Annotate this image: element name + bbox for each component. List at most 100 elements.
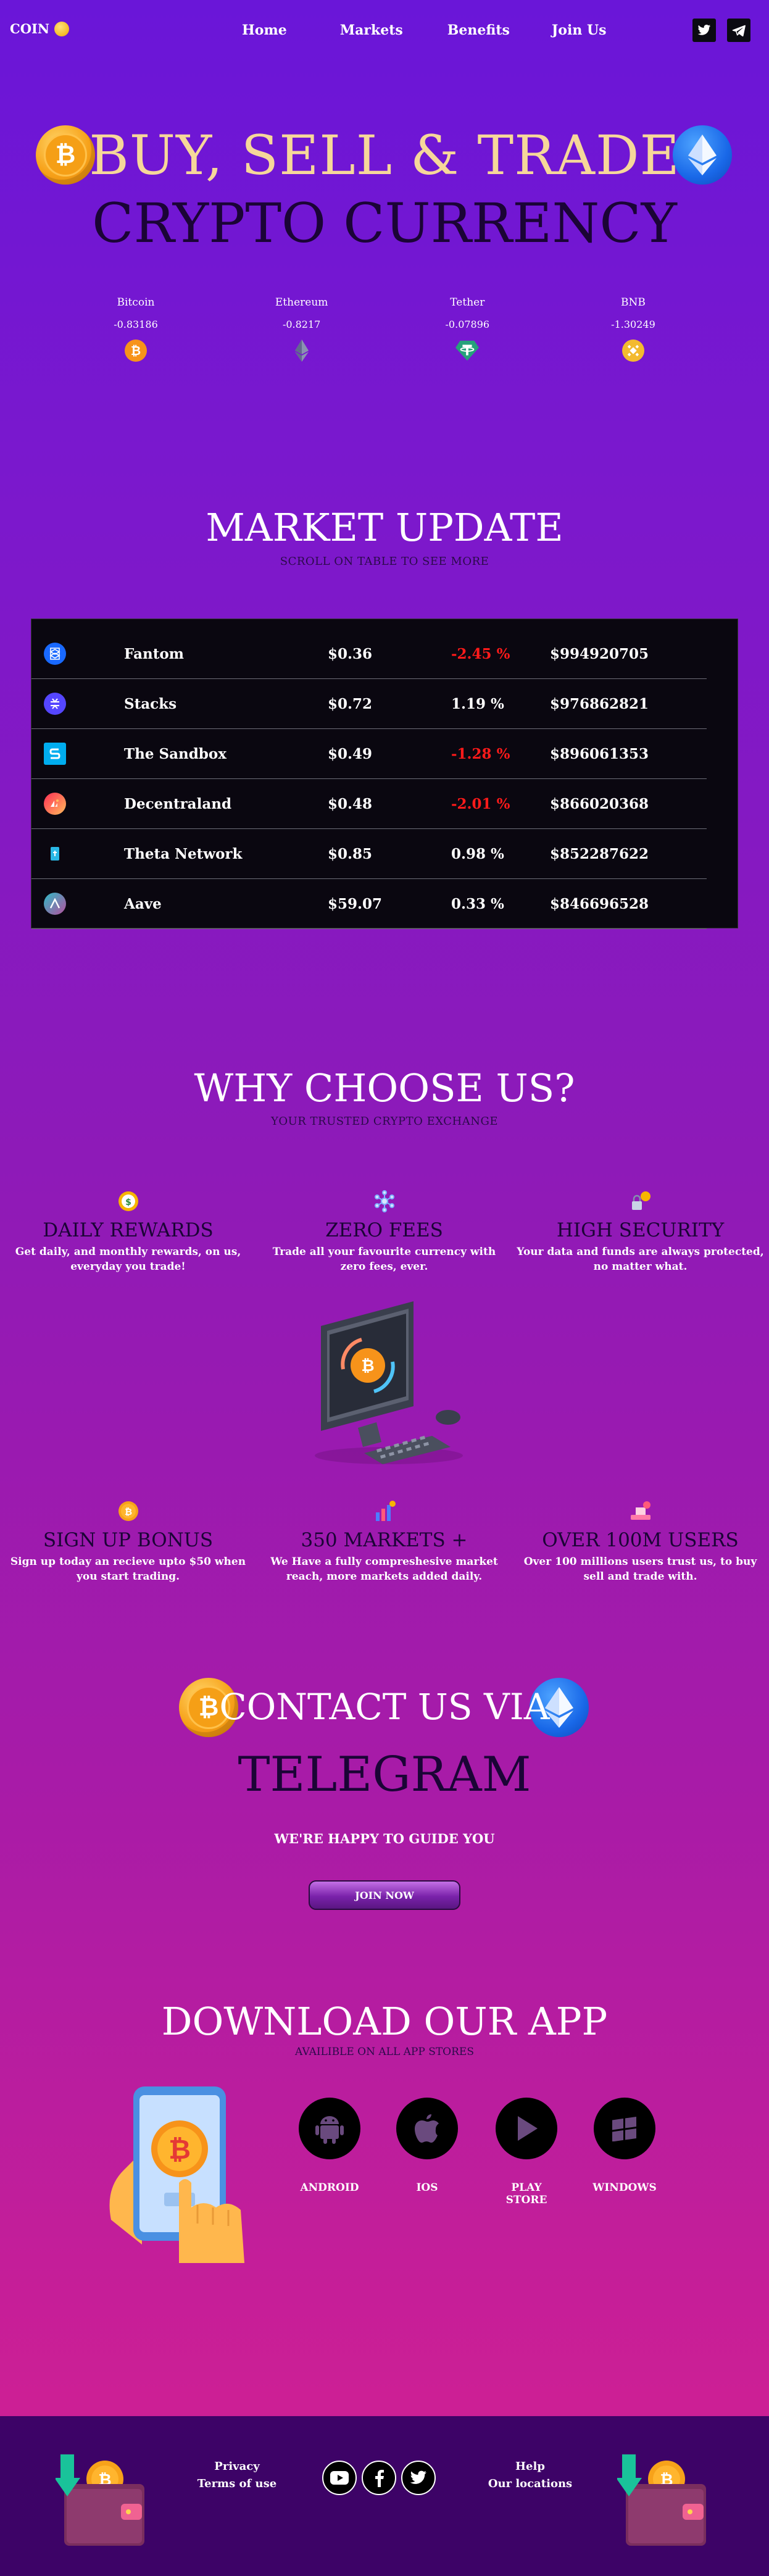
nav-link-join-us[interactable]: Join Us	[552, 22, 607, 38]
market-subtitle: SCROLL ON TABLE TO SEE MORE	[280, 555, 489, 568]
ticker-item[interactable]: Ethereum -0.8217	[234, 296, 370, 362]
table-row[interactable]: Decentraland $0.48 -2.01 % $866020368	[31, 779, 707, 829]
store-play-store[interactable]: PLAY STORE	[494, 2098, 559, 2206]
twitter-icon[interactable]	[692, 19, 716, 42]
ticker-item[interactable]: BNB -1.30249	[565, 296, 701, 362]
ticker-item[interactable]: Tether -0.07896	[399, 296, 535, 362]
sandbox-icon	[44, 743, 66, 765]
ticker-item[interactable]: Bitcoin -0.83186 ₿	[68, 296, 204, 362]
telegram-icon[interactable]	[727, 19, 750, 42]
nav-link-benefits[interactable]: Benefits	[447, 22, 510, 38]
contact-subtitle: WE'RE HAPPY TO GUIDE YOU	[274, 1831, 495, 1846]
coin-name: Fantom	[124, 645, 184, 662]
contact-title: CONTACT US VIA	[219, 1686, 550, 1728]
feature-title: SIGN UP BONUS	[43, 1529, 214, 1551]
coin-price: $0.72	[328, 695, 373, 712]
nav-link-home[interactable]: Home	[242, 22, 287, 38]
coin-price: $59.07	[328, 895, 383, 912]
logo[interactable]: COIN	[10, 21, 70, 36]
coin-change: 0.33 %	[451, 895, 504, 912]
ticker-name: Tether	[450, 296, 485, 309]
footer-terms-link[interactable]: Terms of use	[191, 2475, 283, 2493]
hero-title-line1: BUY, SELL & TRADE	[89, 123, 680, 187]
play-store-icon	[496, 2098, 557, 2159]
contact-telegram-title: TELEGRAM	[238, 1747, 531, 1803]
ticker-name: BNB	[621, 296, 646, 309]
table-row[interactable]: Stacks $0.72 1.19 % $976862821	[31, 679, 707, 729]
youtube-icon[interactable]	[322, 2461, 357, 2495]
table-row[interactable]: The Sandbox $0.49 -1.28 % $896061353	[31, 729, 707, 779]
coin-market-cap: $994920705	[550, 645, 649, 662]
facebook-icon[interactable]	[362, 2461, 396, 2495]
feature-title: ZERO FEES	[325, 1219, 443, 1241]
security-icon	[628, 1189, 653, 1214]
top-nav: COIN Home Markets Benefits Join Us	[0, 0, 769, 62]
decentraland-icon	[44, 793, 66, 815]
store-windows[interactable]: WINDOWS	[592, 2098, 657, 2194]
coin-market-cap: $976862821	[550, 695, 649, 712]
coin-price: $0.49	[328, 745, 373, 762]
feature-desc: We Have a fully compreshesive market rea…	[270, 1556, 498, 1583]
store-android[interactable]: ANDROID	[297, 2098, 362, 2194]
logo-text: COIN	[10, 21, 50, 36]
store-label: WINDOWS	[592, 2182, 657, 2194]
market-table[interactable]: Fantom $0.36 -2.45 % $994920705 Stacks $…	[31, 619, 738, 929]
network-icon	[372, 1189, 397, 1214]
coin-market-cap: $846696528	[550, 895, 649, 912]
computer-illustration: ₿	[302, 1301, 475, 1474]
coin-price: $0.85	[328, 845, 373, 862]
chart-icon	[372, 1499, 397, 1524]
fantom-icon	[44, 643, 66, 665]
table-row[interactable]: Fantom $0.36 -2.45 % $994920705	[31, 629, 707, 679]
svg-text:₿: ₿	[361, 1357, 374, 1375]
download-app-subtitle: AVAILIBLE ON ALL APP STORES	[295, 2046, 474, 2058]
footer-locations-link[interactable]: Our locations	[488, 2475, 573, 2493]
feature-title: 350 MARKETS +	[301, 1529, 468, 1551]
feature-high-security: HIGH SECURITY Your data and funds are al…	[512, 1189, 768, 1274]
bitcoin-icon: ₿	[124, 339, 148, 362]
store-ios[interactable]: IOS	[395, 2098, 459, 2194]
coin-price: $0.36	[328, 645, 373, 662]
aave-icon	[44, 893, 66, 915]
join-now-button[interactable]: JOIN NOW	[309, 1880, 460, 1910]
coin-change: -2.01 %	[451, 795, 510, 812]
nav-link-markets[interactable]: Markets	[340, 22, 403, 38]
coin-name: The Sandbox	[124, 745, 227, 762]
price-ticker: Bitcoin -0.83186 ₿ Ethereum -0.8217 Teth…	[68, 296, 701, 362]
footer-privacy-link[interactable]: Privacy	[191, 2458, 283, 2475]
footer-links-left: Privacy Terms of use	[191, 2458, 283, 2493]
ticker-change: -0.83186	[114, 319, 158, 330]
bonus-coin-icon: ₿	[116, 1499, 141, 1524]
table-row[interactable]: Aave $59.07 0.33 % $846696528	[31, 879, 707, 929]
coin-change: -2.45 %	[451, 645, 510, 662]
footer-social	[322, 2461, 436, 2495]
feature-daily-rewards: $ DAILY REWARDS Get daily, and monthly r…	[0, 1189, 256, 1274]
coin-change: 1.19 %	[451, 695, 504, 712]
twitter-icon[interactable]	[401, 2461, 436, 2495]
svg-text:$: $	[125, 1198, 131, 1207]
market-title: MARKET UPDATE	[206, 505, 563, 550]
ethereum-icon	[290, 339, 314, 362]
svg-text:₿: ₿	[131, 343, 141, 358]
coin-price: $0.48	[328, 795, 373, 812]
ticker-change: -1.30249	[611, 319, 655, 330]
store-label: PLAY STORE	[505, 2182, 547, 2206]
coin-market-cap: $896061353	[550, 745, 649, 762]
feature-100m-users: OVER 100M USERS Over 100 millions users …	[512, 1499, 768, 1584]
bnb-icon	[621, 339, 645, 362]
coin-name: Aave	[124, 895, 162, 912]
store-label: ANDROID	[300, 2182, 359, 2194]
nav-links: Home Markets Benefits Join Us	[242, 22, 607, 38]
wallet-illustration: ₿	[616, 2453, 716, 2552]
coin-market-cap: $852287622	[550, 845, 649, 862]
feature-title: HIGH SECURITY	[556, 1219, 725, 1241]
footer-help-link[interactable]: Help	[488, 2458, 573, 2475]
table-row[interactable]: Theta Network $0.85 0.98 % $852287622	[31, 829, 707, 879]
coin-change: 0.98 %	[451, 845, 504, 862]
feature-350-markets: 350 MARKETS + We Have a fully compreshes…	[256, 1499, 512, 1584]
logo-coin-icon	[54, 21, 70, 36]
coin-change: -1.28 %	[451, 745, 510, 762]
why-subtitle: YOUR TRUSTED CRYPTO EXCHANGE	[270, 1115, 499, 1128]
feature-desc: Your data and funds are always protected…	[517, 1246, 764, 1273]
feature-desc: Over 100 millions users trust us, to buy…	[523, 1556, 757, 1583]
